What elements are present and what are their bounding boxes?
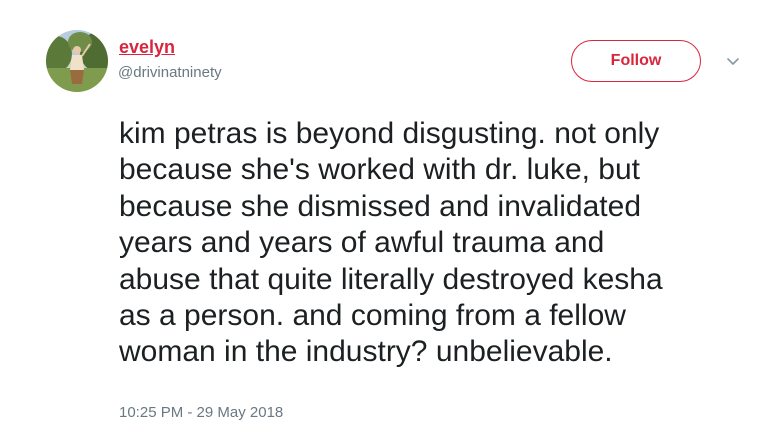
- author-display-name[interactable]: evelyn: [119, 37, 175, 58]
- author-handle[interactable]: @drivinatninety: [118, 64, 222, 81]
- follow-button[interactable]: Follow: [571, 40, 701, 82]
- tweet-text-line: woman in the industry? unbelievable.: [119, 335, 613, 369]
- tweet-text: kim petras is beyond disgusting. not onl…: [119, 116, 759, 371]
- avatar-photo-icon: [46, 30, 108, 92]
- avatar[interactable]: [46, 30, 108, 92]
- tweet-text-line: because she dismissed and invalidated: [119, 189, 641, 223]
- tweet-text-line: years and years of awful trauma and: [119, 226, 605, 260]
- tweet-text-line: because she's worked with dr. luke, but: [119, 153, 641, 187]
- tweet-text-line: as a person. and coming from a fellow: [119, 299, 626, 333]
- tweet-text-line: abuse that quite literally destroyed kes…: [119, 262, 663, 296]
- chevron-down-icon[interactable]: [723, 52, 743, 72]
- tweet-timestamp[interactable]: 10:25 PM - 29 May 2018: [119, 404, 283, 421]
- tweet-text-line: kim petras is beyond disgusting. not onl…: [119, 117, 660, 150]
- tweet-card: evelyn @drivinatninety Follow kim petras…: [0, 0, 783, 434]
